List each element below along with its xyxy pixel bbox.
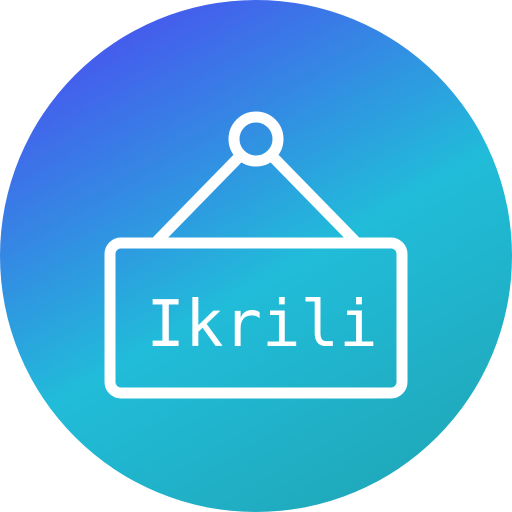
sign-text: Ikrili (146, 288, 377, 362)
hanging-sign-icon: Ikrili (0, 0, 512, 512)
app-logo: Ikrili (0, 0, 512, 512)
logo-background-circle (0, 0, 512, 512)
